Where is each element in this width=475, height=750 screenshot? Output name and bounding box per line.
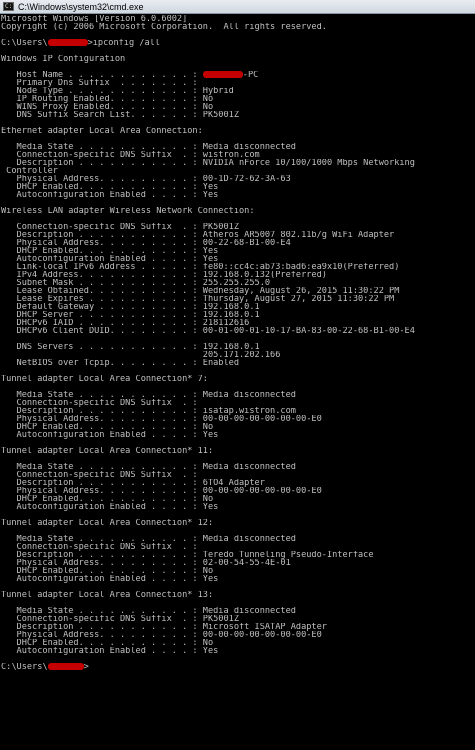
console-line: Autoconfiguration Enabled . . . . : Yes — [1, 191, 219, 199]
console-line: Tunnel adapter Local Area Connection* 7: — [1, 375, 208, 383]
redacted-username — [47, 39, 88, 46]
console-line: Description . . . . . . . . . . . : NVID… — [1, 159, 415, 167]
console-line: DHCPv6 Client DUID. . . . . . . . : 00-0… — [1, 327, 415, 335]
console-line: Description . . . . . . . . . . . : Tere… — [1, 551, 374, 559]
console-line: Media State . . . . . . . . . . . : Medi… — [1, 391, 296, 399]
console-line: WINS Proxy Enabled. . . . . . . . : No — [1, 103, 214, 111]
console-line: Primary Dns Suffix . . . . . . . : — [1, 79, 198, 87]
console-line: Autoconfiguration Enabled . . . . : Yes — [1, 503, 219, 511]
console-line: Connection-specific DNS Suffix . : — [1, 471, 198, 479]
redacted-username — [47, 663, 84, 670]
console-output[interactable]: Microsoft Windows [Version 6.0.6002] Copy… — [1, 15, 475, 750]
window-title: C:\Windows\system32\cmd.exe — [18, 1, 144, 12]
redacted-username — [202, 71, 243, 78]
console-line: Subnet Mask . . . . . . . . . . . : 255.… — [1, 279, 271, 287]
console-line: Connection-specific DNS Suffix . : — [1, 543, 198, 551]
console-line: DHCP Enabled. . . . . . . . . . . : No — [1, 567, 214, 575]
console-line: Lease Expires . . . . . . . . . . : Thur… — [1, 295, 395, 303]
console-line: DHCP Enabled. . . . . . . . . . . : No — [1, 495, 214, 503]
console-line: Connection-specific DNS Suffix . : wistr… — [1, 151, 260, 159]
console-line: Autoconfiguration Enabled . . . . : Yes — [1, 431, 219, 439]
console-line: Controller — [1, 167, 58, 175]
console-line: Autoconfiguration Enabled . . . . : Yes — [1, 255, 219, 263]
console-line: C:\Users\ >ipconfig /all — [1, 39, 161, 47]
console-line: Physical Address. . . . . . . . . : 00-0… — [1, 631, 322, 639]
console-line: Default Gateway . . . . . . . . . : 192.… — [1, 303, 260, 311]
console-line: Media State . . . . . . . . . . . : Medi… — [1, 607, 296, 615]
console-line: Tunnel adapter Local Area Connection* 12… — [1, 519, 214, 527]
console-line: Physical Address. . . . . . . . . : 00-0… — [1, 415, 322, 423]
console-line: Windows IP Configuration — [1, 55, 126, 63]
console-line: DHCP Enabled. . . . . . . . . . . : Yes — [1, 183, 219, 191]
console-line: DHCP Server . . . . . . . . . . . : 192.… — [1, 311, 260, 319]
console-line: Physical Address. . . . . . . . . : 00-2… — [1, 239, 291, 247]
console-line: IP Routing Enabled. . . . . . . . : No — [1, 95, 214, 103]
console-line: Description . . . . . . . . . . . : 6TO4… — [1, 479, 265, 487]
console-line: Autoconfiguration Enabled . . . . : Yes — [1, 575, 219, 583]
console-line: NetBIOS over Tcpip. . . . . . . . : Enab… — [1, 359, 239, 367]
console-line: Tunnel adapter Local Area Connection* 13… — [1, 591, 214, 599]
console-line: Connection-specific DNS Suffix . : — [1, 399, 198, 407]
console-line: IPv4 Address. . . . . . . . . . . : 192.… — [1, 271, 327, 279]
window-titlebar[interactable]: C:\ C:\Windows\system32\cmd.exe — [0, 0, 475, 14]
console-line: Media State . . . . . . . . . . . : Medi… — [1, 535, 296, 543]
console-line: Media State . . . . . . . . . . . : Medi… — [1, 463, 296, 471]
console-line: Microsoft Windows [Version 6.0.6002] — [1, 15, 188, 23]
console-line: DNS Servers . . . . . . . . . . . : 192.… — [1, 343, 260, 351]
console-line: Copyright (c) 2006 Microsoft Corporation… — [1, 23, 327, 31]
console-line: Media State . . . . . . . . . . . : Medi… — [1, 143, 296, 151]
console-line: Lease Obtained. . . . . . . . . . : Wedn… — [1, 287, 400, 295]
console-line: Physical Address. . . . . . . . . : 00-1… — [1, 175, 291, 183]
console-line: Connection-specific DNS Suffix . : PK500… — [1, 615, 239, 623]
console-line: DHCPv6 IAID . . . . . . . . . . . : 2181… — [1, 319, 250, 327]
console-line: C:\Users\ > — [1, 663, 89, 671]
console-line: Physical Address. . . . . . . . . : 00-0… — [1, 487, 322, 495]
console-line: Node Type . . . . . . . . . . . . : Hybr… — [1, 87, 234, 95]
cmd-icon: C:\ — [3, 2, 14, 11]
console-line: Description . . . . . . . . . . . : isat… — [1, 407, 296, 415]
console-line: Autoconfiguration Enabled . . . . : Yes — [1, 647, 219, 655]
console-line: DHCP Enabled. . . . . . . . . . . : No — [1, 639, 214, 647]
console-line: Description . . . . . . . . . . . : Athe… — [1, 231, 395, 239]
console-line: Connection-specific DNS Suffix . : PK500… — [1, 223, 239, 231]
console-line: DHCP Enabled. . . . . . . . . . . : Yes — [1, 247, 219, 255]
console-line: Ethernet adapter Local Area Connection: — [1, 127, 203, 135]
console-line: Wireless LAN adapter Wireless Network Co… — [1, 207, 255, 215]
console-line: DHCP Enabled. . . . . . . . . . . : No — [1, 423, 214, 431]
console-line: Link-local IPv6 Address . . . . . : fe80… — [1, 263, 400, 271]
console-line: Tunnel adapter Local Area Connection* 11… — [1, 447, 214, 455]
console-line: Host Name . . . . . . . . . . . . : -PC — [1, 71, 259, 79]
console-line: Description . . . . . . . . . . . : Micr… — [1, 623, 327, 631]
console-line: Physical Address. . . . . . . . . : 02-0… — [1, 559, 291, 567]
console-line: DNS Suffix Search List. . . . . . : PK50… — [1, 111, 239, 119]
console-line: 205.171.202.166 — [1, 351, 281, 359]
